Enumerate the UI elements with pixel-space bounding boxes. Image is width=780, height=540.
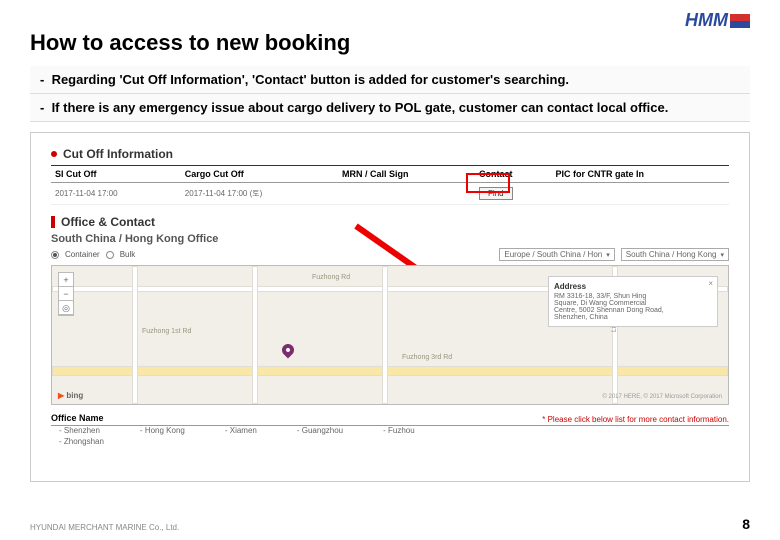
office-link[interactable]: - Xiamen <box>225 426 257 435</box>
cutoff-table: SI Cut Off Cargo Cut Off MRN / Call Sign… <box>51 165 729 205</box>
page-title: How to access to new booking <box>0 0 780 66</box>
office-link[interactable]: - Fuzhou <box>383 426 415 435</box>
office-link[interactable]: - Hong Kong <box>140 426 185 435</box>
address-line: Shenzhen, China <box>554 314 712 321</box>
cell-si: 2017-11-04 17:00 <box>51 183 181 205</box>
zoom-out-icon[interactable]: − <box>59 287 73 301</box>
cell-cargo: 2017-11-04 17:00 (토) <box>181 183 338 205</box>
map-zoom-control[interactable]: + − ◎ <box>58 272 74 316</box>
road-label: Fuzhong Rd <box>312 274 350 281</box>
radio-bulk[interactable] <box>106 251 114 259</box>
col-pic: PIC for CNTR gate In <box>551 166 729 183</box>
cell-mrn <box>338 183 475 205</box>
map[interactable]: Fuzhong Rd Fuzhong 1st Rd Fuzhong 3rd Rd… <box>51 265 729 405</box>
office-row: - Shenzhen - Hong Kong - Xiamen - Guangz… <box>51 424 729 435</box>
address-line: Square, Di Wang Commercial <box>554 300 712 307</box>
address-title: Address <box>554 282 712 291</box>
address-line: RM 3316-18, 33/F, Shun Hing <box>554 293 712 300</box>
location-select[interactable]: Europe / South China / Hon <box>499 248 614 261</box>
embedded-screenshot: Cut Off Information SI Cut Off Cargo Cut… <box>30 132 750 482</box>
arrow-annotation <box>356 223 456 229</box>
address-line: Centre, 5002 Shennan Dong Road, <box>554 307 712 314</box>
office-row: - Zhongshan <box>51 435 729 446</box>
office-link[interactable]: - Shenzhen <box>59 426 100 435</box>
bullet-list: - Regarding 'Cut Off Information', 'Cont… <box>30 66 750 122</box>
bullet-dot-icon <box>51 151 57 157</box>
radio-container[interactable] <box>51 251 59 259</box>
highlight-box <box>466 173 510 193</box>
table-row: 2017-11-04 17:00 2017-11-04 17:00 (토) Fi… <box>51 183 729 205</box>
locate-icon[interactable]: ◎ <box>59 301 73 315</box>
bullet-item: - Regarding 'Cut Off Information', 'Cont… <box>30 66 750 94</box>
office-link[interactable]: - Zhongshan <box>59 437 104 446</box>
zoom-in-icon[interactable]: + <box>59 273 73 287</box>
road-label: Fuzhong 1st Rd <box>142 328 191 335</box>
col-mrn: MRN / Call Sign <box>338 166 475 183</box>
office-link[interactable]: - Guangzhou <box>297 426 343 435</box>
bullet-item: - If there is any emergency issue about … <box>30 94 750 122</box>
bing-logo: ▶ bing <box>58 391 83 400</box>
map-copyright: © 2017 HERE, © 2017 Microsoft Corporatio… <box>602 394 722 400</box>
col-cargo: Cargo Cut Off <box>181 166 338 183</box>
cutoff-heading: Cut Off Information <box>51 147 729 161</box>
map-pin-icon[interactable] <box>280 342 297 359</box>
office-list-note: * Please click below list for more conta… <box>51 415 729 424</box>
hmm-logo: HMM <box>685 10 750 31</box>
office-list: Office Name * Please click below list fo… <box>51 411 729 446</box>
page-number: 8 <box>742 516 750 532</box>
footer-company: HYUNDAI MERCHANT MARINE Co., Ltd. <box>30 523 179 532</box>
office-select[interactable]: South China / Hong Kong <box>621 248 729 261</box>
bullet-bar-icon <box>51 216 55 228</box>
close-icon[interactable]: × <box>708 279 713 288</box>
address-card: × Address RM 3316-18, 33/F, Shun Hing Sq… <box>548 276 718 327</box>
logo-flag-icon <box>730 14 750 28</box>
road-label: Fuzhong 3rd Rd <box>402 354 452 361</box>
office-subtitle: South China / Hong Kong Office <box>51 233 729 245</box>
cell-pic <box>551 183 729 205</box>
col-si: SI Cut Off <box>51 166 181 183</box>
